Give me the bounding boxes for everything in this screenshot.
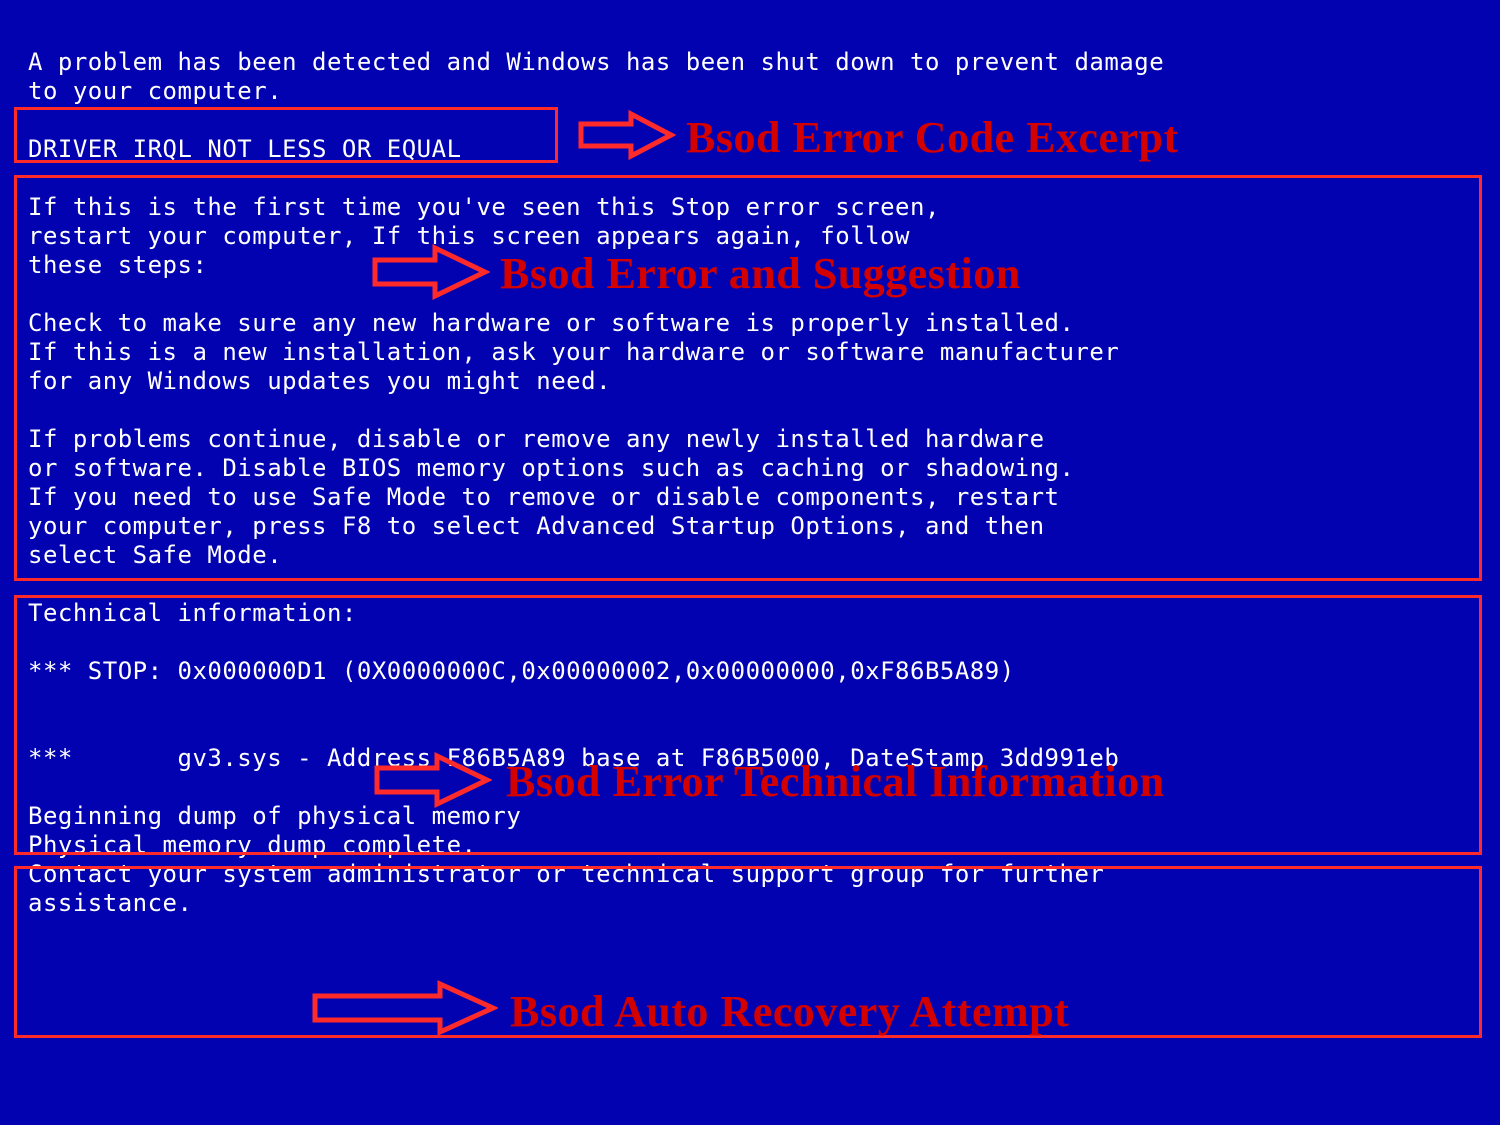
bsod-error-code: DRIVER_IRQL_NOT_LESS_OR_EQUAL bbox=[28, 135, 462, 163]
bsod-suggest-3: If problems continue, disable or remove … bbox=[28, 425, 1074, 569]
bsod-tech-header: Technical information: bbox=[28, 599, 357, 627]
annotation-recovery: Bsod Auto Recovery Attempt bbox=[510, 990, 1069, 1034]
bsod-tech-stop: *** STOP: 0x000000D1 (0X0000000C,0x00000… bbox=[28, 657, 1015, 685]
bsod-screen: A problem has been detected and Windows … bbox=[0, 0, 1500, 1125]
bsod-dump: Beginning dump of physical memory Physic… bbox=[28, 802, 1104, 917]
arrow-right-icon bbox=[310, 978, 498, 1038]
bsod-suggest-2: Check to make sure any new hardware or s… bbox=[28, 309, 1119, 395]
bsod-body-text: A problem has been detected and Windows … bbox=[28, 48, 1480, 918]
bsod-intro: A problem has been detected and Windows … bbox=[28, 48, 1164, 105]
bsod-suggest-1: If this is the first time you've seen th… bbox=[28, 193, 940, 279]
bsod-tech-module: *** gv3.sys - Address F86B5A89 base at F… bbox=[28, 744, 1119, 772]
